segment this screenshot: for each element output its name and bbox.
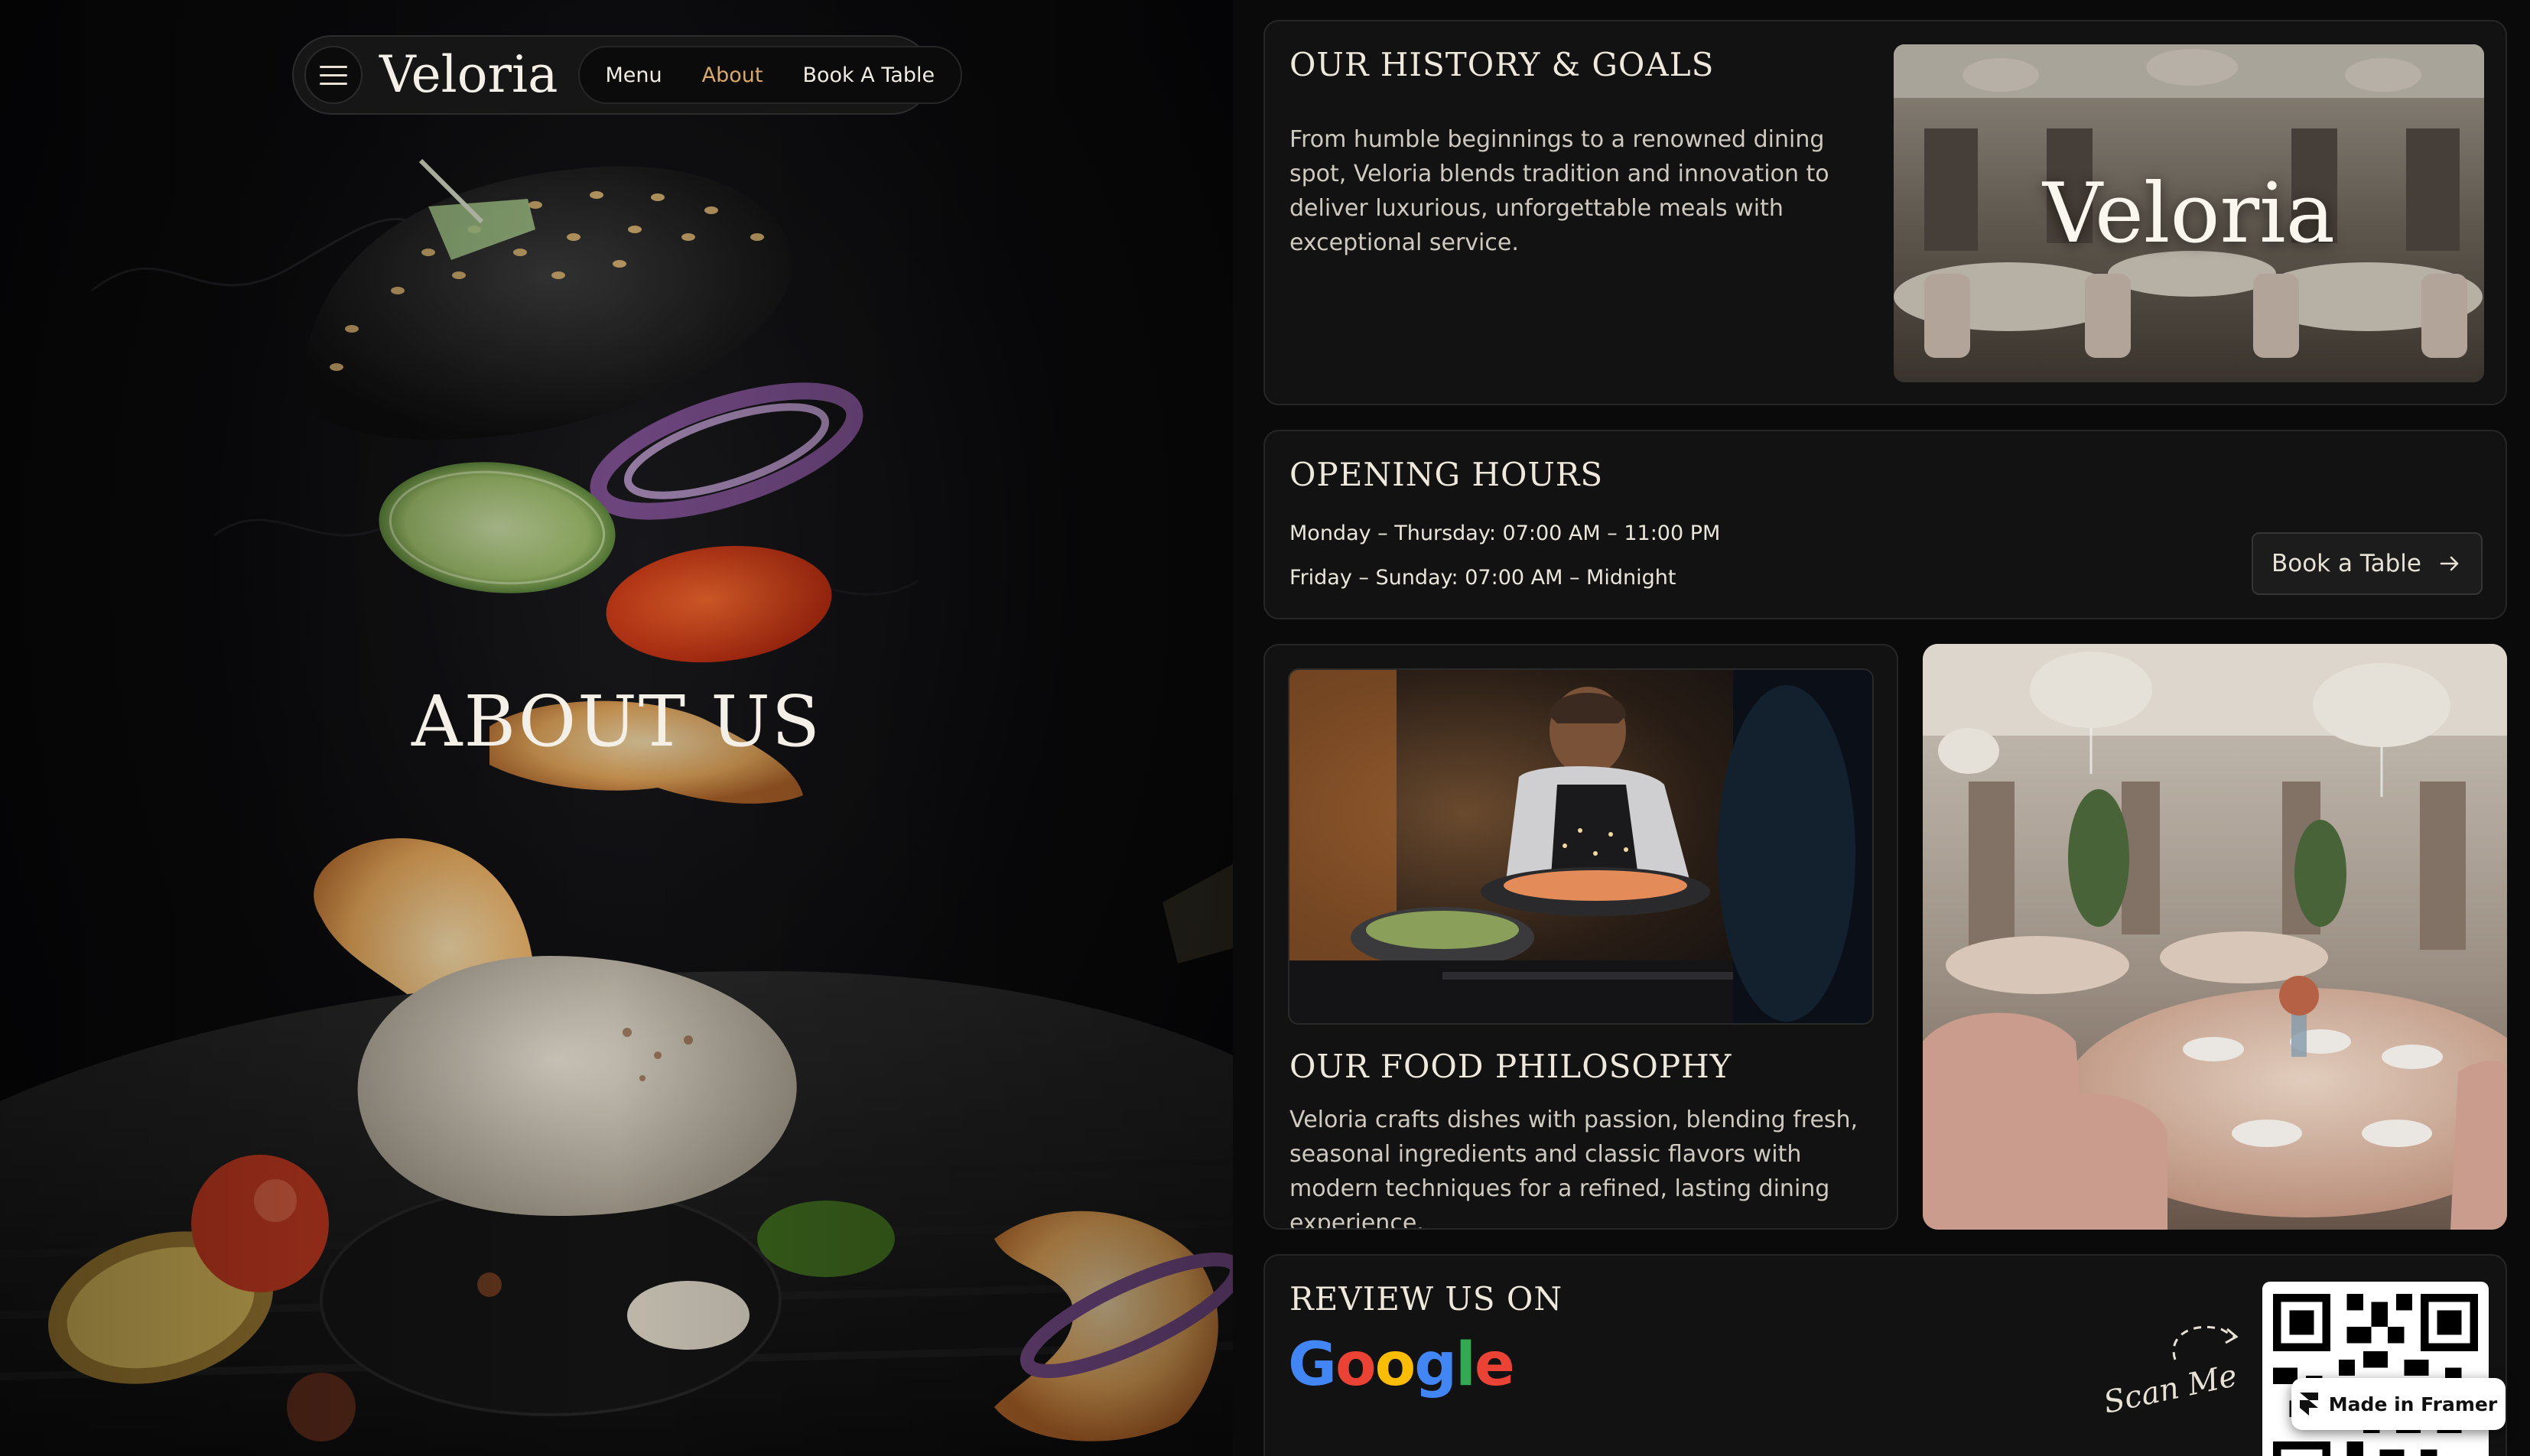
nav-link-book-a-table[interactable]: Book A Table — [802, 63, 935, 87]
nav-link-about[interactable]: About — [702, 63, 763, 87]
google-logo[interactable]: Google — [1288, 1335, 1515, 1395]
qr-code-icon — [2273, 1294, 2478, 1456]
scan-me-illustration: Scan Me — [2106, 1325, 2240, 1421]
hours-title: OPENING HOURS — [1289, 456, 1604, 493]
philosophy-title: OUR FOOD PHILOSOPHY — [1289, 1048, 1732, 1085]
hours-weekend: Friday – Sunday: 07:00 AM – Midnight — [1289, 566, 1676, 590]
arrow-right-icon — [2440, 556, 2459, 571]
hero-title: ABOUT US — [411, 681, 821, 762]
restaurant-hall-image: Veloria — [1894, 44, 2484, 382]
nav-link-menu[interactable]: Menu — [606, 63, 662, 87]
made-in-framer-label: Made in Framer — [2328, 1393, 2498, 1415]
nav-links: Menu About Book A Table — [577, 46, 963, 104]
opening-hours-card: OPENING HOURS Monday – Thursday: 07:00 A… — [1263, 430, 2507, 619]
review-title: REVIEW US ON — [1289, 1280, 1563, 1318]
hamburger-menu-icon[interactable] — [304, 46, 363, 104]
scan-me-label: Scan Me — [2106, 1358, 2240, 1421]
food-philosophy-card: OUR FOOD PHILOSOPHY Veloria crafts dishe… — [1263, 644, 1898, 1230]
book-a-table-button[interactable]: Book a Table — [2251, 532, 2483, 595]
chef-kitchen-illustration — [1289, 670, 1872, 1023]
history-card: OUR HISTORY & GOALS From humble beginnin… — [1263, 20, 2507, 405]
history-text: From humble beginnings to a renowned din… — [1289, 126, 1829, 256]
hero-section: ABOUT US — [0, 0, 1233, 1456]
made-in-framer-badge[interactable]: Made in Framer — [2291, 1378, 2506, 1430]
framer-logo-icon — [2299, 1393, 2318, 1415]
dining-room-illustration — [1923, 644, 2507, 1230]
history-title: OUR HISTORY & GOALS — [1289, 46, 1715, 83]
hours-weekdays: Monday – Thursday: 07:00 AM – 11:00 PM — [1289, 522, 1721, 545]
book-a-table-label: Book a Table — [2271, 550, 2421, 577]
image-overlay-logo: Veloria — [2042, 165, 2336, 262]
philosophy-text: Veloria crafts dishes with passion, blen… — [1289, 1107, 1858, 1230]
top-navigation: Veloria Menu About Book A Table — [292, 35, 963, 115]
dining-room-image — [1923, 644, 2507, 1230]
brand-logo[interactable]: Veloria — [379, 50, 558, 100]
chef-cooking-image — [1288, 668, 1874, 1025]
